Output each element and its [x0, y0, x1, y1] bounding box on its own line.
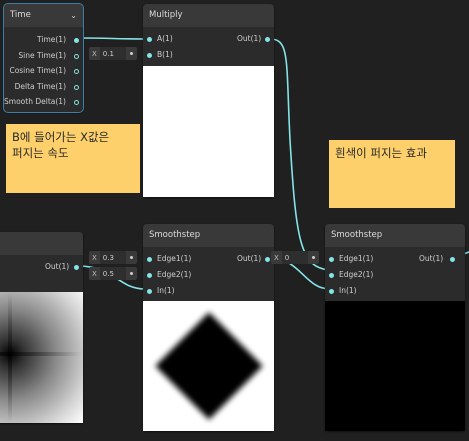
- smoothstep1-node-header[interactable]: Smoothstep: [143, 224, 274, 247]
- smooth-delta-output-port[interactable]: [74, 100, 79, 105]
- delta-time-output-port[interactable]: [74, 85, 79, 90]
- smoothstep1-preview: [143, 301, 274, 431]
- smoothstep2-edge2-input-port[interactable]: [329, 273, 334, 278]
- multiply-node[interactable]: Multiply A(1) B(1) Out(1): [143, 4, 274, 197]
- multiply-b-value-field[interactable]: X 0.1: [89, 47, 137, 60]
- smooth-delta-output-label: Smooth Delta(1): [4, 97, 66, 106]
- multiply-b-value[interactable]: 0.1: [99, 47, 126, 60]
- smoothstep2-edge1-input-port[interactable]: [329, 257, 334, 262]
- smoothstep1-edge2-value-field[interactable]: X 0.5: [89, 267, 137, 280]
- multiply-b-label: B(1): [157, 50, 173, 59]
- smoothstep2-node[interactable]: Smoothstep Edge1(1) Edge2(1) In(1) Out(1…: [325, 224, 465, 431]
- smoothstep2-preview: [325, 301, 465, 431]
- smoothstep2-out-label: Out(1): [419, 254, 444, 263]
- smoothstep1-edge1-value-field[interactable]: X 0.3: [89, 251, 137, 264]
- multiply-out-label: Out(1): [237, 34, 262, 43]
- left-node-out-port[interactable]: [74, 265, 79, 270]
- multiply-a-input-port[interactable]: [147, 37, 152, 42]
- smoothstep2-edge1-axis-label: X: [274, 253, 279, 262]
- multiply-preview: [143, 66, 274, 197]
- smoothstep1-in-input-port[interactable]: [147, 289, 152, 294]
- smoothstep1-edge2-input-port[interactable]: [147, 273, 152, 278]
- smoothstep2-in-label: In(1): [339, 286, 357, 295]
- smoothstep2-node-header[interactable]: Smoothstep: [325, 224, 465, 247]
- wire-multiply-to-smoothstep2-edge2: [269, 38, 331, 271]
- link-dot-icon: [312, 256, 315, 259]
- left-node-out-label: Out(1): [45, 262, 70, 271]
- delta-time-output-label: Delta Time(1): [14, 82, 66, 91]
- smoothstep2-edge1-label: Edge1(1): [339, 254, 374, 263]
- link-dot-icon: [130, 272, 133, 275]
- smoothstep2-edge1-value[interactable]: 0: [281, 251, 308, 264]
- smoothstep2-edge2-label: Edge2(1): [339, 270, 374, 279]
- smoothstep2-edge1-value-field[interactable]: X 0: [271, 251, 319, 264]
- smoothstep2-out-port[interactable]: [450, 257, 455, 262]
- time-node[interactable]: Time ⌄ Time(1) Sine Time(1) Cosine Time(…: [3, 3, 84, 113]
- sticky-note-speed[interactable]: B에 들어가는 X값은 퍼지는 속도: [6, 124, 140, 193]
- smoothstep1-node[interactable]: Smoothstep Edge1(1) Edge2(1) In(1) Out(1…: [143, 224, 274, 431]
- smoothstep1-out-port[interactable]: [265, 257, 270, 262]
- multiply-node-header[interactable]: Multiply: [143, 4, 274, 27]
- chevron-down-icon[interactable]: ⌄: [70, 4, 77, 27]
- sine-time-output-label: Sine Time(1): [18, 51, 66, 60]
- smoothstep1-edge2-label: Edge2(1): [157, 270, 192, 279]
- multiply-out-port[interactable]: [265, 37, 270, 42]
- link-dot-icon: [130, 52, 133, 55]
- smoothstep1-edge1-label: Edge1(1): [157, 254, 192, 263]
- smoothstep1-out-label: Out(1): [237, 254, 262, 263]
- smoothstep2-in-input-port[interactable]: [329, 289, 334, 294]
- multiply-b-input-port[interactable]: [147, 53, 152, 58]
- cosine-time-output-label: Cosine Time(1): [9, 66, 66, 75]
- time-node-title: Time: [10, 10, 31, 20]
- link-dot-icon: [130, 256, 133, 259]
- cosine-time-output-port[interactable]: [74, 69, 79, 74]
- smoothstep1-edge2-value[interactable]: 0.5: [99, 267, 126, 280]
- time-output-port[interactable]: [74, 38, 79, 43]
- smoothstep1-edge2-axis-label: X: [92, 269, 97, 278]
- sine-time-output-port[interactable]: [74, 54, 79, 59]
- time-output-label: Time(1): [37, 35, 66, 44]
- smoothstep1-in-label: In(1): [157, 286, 175, 295]
- smoothstep1-edge1-input-port[interactable]: [147, 257, 152, 262]
- multiply-a-label: A(1): [157, 34, 173, 43]
- time-node-header[interactable]: Time ⌄: [4, 4, 83, 27]
- left-node[interactable]: Out(1): [0, 232, 83, 423]
- multiply-b-axis-label: X: [92, 49, 97, 58]
- left-node-preview: [0, 292, 83, 423]
- left-node-header[interactable]: [0, 232, 83, 255]
- smoothstep1-edge1-value[interactable]: 0.3: [99, 251, 126, 264]
- sticky-note-white-spread[interactable]: 흰색이 퍼지는 효과: [329, 140, 455, 208]
- wire-time-to-multiply-a: [78, 37, 146, 40]
- smoothstep1-edge1-axis-label: X: [92, 253, 97, 262]
